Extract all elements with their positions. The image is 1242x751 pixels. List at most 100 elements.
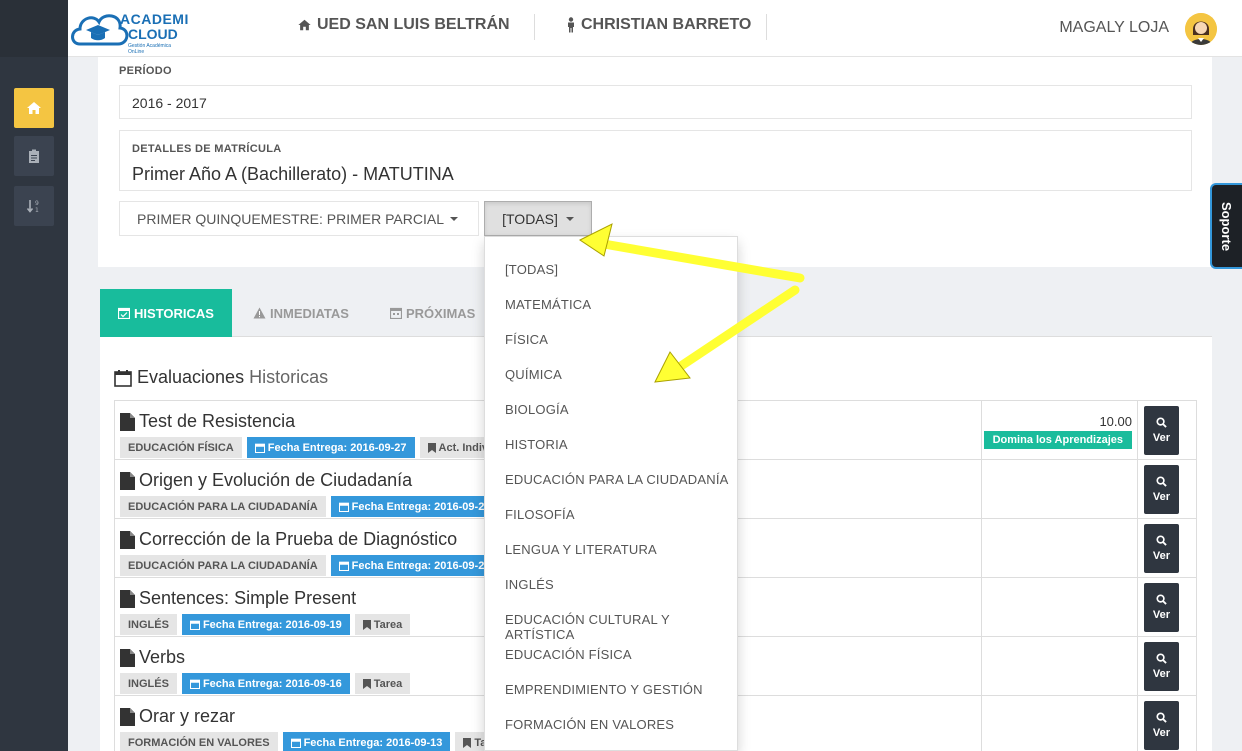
- subject-tag: EDUCACIÓN PARA LA CIUDADANÍA: [120, 496, 326, 517]
- subject-tag: INGLÉS: [120, 614, 177, 635]
- header-divider: [534, 14, 535, 40]
- ver-button[interactable]: Ver: [1144, 583, 1179, 632]
- student-link[interactable]: CHRISTIAN BARRETO: [566, 16, 751, 34]
- school-link[interactable]: UED SAN LUIS BELTRÁN: [297, 16, 510, 34]
- tab-label: HISTORICAS: [134, 305, 214, 321]
- score-cell: [981, 460, 1138, 518]
- user-avatar-icon: [1185, 13, 1217, 45]
- logo[interactable]: ACADEMI CLOUD Gestión Académica OnLine: [68, 4, 189, 55]
- dropdown-option[interactable]: FÍSICA: [505, 332, 548, 347]
- search-icon: [1156, 535, 1167, 546]
- sidebar-item-home[interactable]: [14, 88, 54, 128]
- dropdown-option[interactable]: HISTORIA: [505, 437, 568, 452]
- row-tags: INGLÉS Fecha Entrega: 2016-09-16 Tarea: [120, 673, 411, 694]
- evaluation-title[interactable]: Origen y Evolución de Ciudadanía: [120, 470, 412, 491]
- logo-text: ACADEMI: [120, 11, 189, 27]
- dropdown-option[interactable]: FORMACIÓN EN VALORES: [505, 717, 674, 732]
- score-cell: [981, 696, 1138, 751]
- dropdown-option[interactable]: [TODAS]: [505, 262, 558, 277]
- tab-historicas[interactable]: HISTORICAS: [100, 289, 232, 337]
- evaluation-title[interactable]: Sentences: Simple Present: [120, 588, 356, 609]
- materia-dropdown-menu: [TODAS] MATEMÁTICA FÍSICA QUÍMICA BIOLOGÍA HI…: [484, 236, 738, 751]
- dropdown-option[interactable]: EDUCACIÓN PARA LA CIUDADANÍA: [505, 472, 729, 487]
- dropdown-option[interactable]: BIOLOGÍA: [505, 402, 569, 417]
- ver-button[interactable]: Ver: [1144, 524, 1179, 573]
- date-tag-label: Fecha Entrega: 2016-09-23: [351, 559, 491, 572]
- header-divider: [766, 14, 767, 40]
- status-badge: Domina los Aprendizajes: [983, 431, 1132, 449]
- evaluation-title[interactable]: Corrección de la Prueba de Diagnóstico: [120, 529, 457, 550]
- dropdown-option[interactable]: EMPRENDIMIENTO Y GESTIÓN: [505, 682, 703, 697]
- soporte-tab[interactable]: Soporte: [1210, 183, 1242, 269]
- ver-button[interactable]: Ver: [1144, 642, 1179, 691]
- evaluation-title-text: Test de Resistencia: [139, 411, 296, 431]
- dropdown-option[interactable]: MATEMÁTICA: [505, 297, 591, 312]
- logo-tagline: Gestión Académica OnLine: [128, 43, 172, 55]
- row-tags: FORMACIÓN EN VALORES Fecha Entrega: 2016…: [120, 732, 495, 751]
- matricula-field: DETALLES DE MATRÍCULA Primer Año A (Bach…: [119, 130, 1192, 191]
- evaluation-title[interactable]: Verbs: [120, 647, 185, 668]
- dropdown-option[interactable]: EDUCACIÓN FÍSICA: [505, 647, 632, 662]
- type-tag-label: Tarea: [373, 618, 403, 631]
- subject-tag: INGLÉS: [120, 673, 177, 694]
- user-name[interactable]: MAGALY LOJA: [1059, 19, 1169, 37]
- evaluation-title-text: Corrección de la Prueba de Diagnóstico: [139, 529, 458, 549]
- calendar-icon: [338, 561, 349, 571]
- search-icon: [1156, 712, 1167, 723]
- soporte-label: Soporte: [1219, 201, 1235, 251]
- bookmark-icon: [427, 442, 436, 453]
- sidebar: 91: [0, 0, 68, 751]
- logo-text: CLOUD: [128, 26, 178, 42]
- materia-dropdown[interactable]: [TODAS]: [484, 201, 592, 236]
- tab-proximas[interactable]: PRÓXIMAS: [390, 289, 475, 337]
- panel-title: Evaluaciones Historicas: [114, 367, 328, 388]
- type-tag-label: Act. Indiv: [438, 441, 489, 454]
- calendar-icon: [254, 443, 265, 453]
- dropdown-option[interactable]: INGLÉS: [505, 577, 554, 592]
- date-tag-label: Fecha Entrega: 2016-09-23: [351, 500, 491, 513]
- file-icon: [120, 648, 135, 667]
- evaluation-title-text: Verbs: [139, 647, 186, 667]
- evaluation-title[interactable]: Orar y rezar: [120, 706, 235, 727]
- avatar[interactable]: [1185, 13, 1217, 45]
- row-tags: EDUCACIÓN FÍSICA Fecha Entrega: 2016-09-…: [120, 437, 497, 458]
- date-tag: Fecha Entrega: 2016-09-16: [181, 673, 350, 694]
- subject-tag: EDUCACIÓN FÍSICA: [120, 437, 242, 458]
- sidebar-item-tasks[interactable]: [14, 136, 54, 176]
- student-name: CHRISTIAN BARRETO: [581, 16, 752, 33]
- dropdown-option[interactable]: LENGUA Y LITERATURA: [505, 542, 657, 557]
- sidebar-item-grades[interactable]: 91: [14, 186, 54, 226]
- clipboard-icon: [29, 149, 39, 163]
- tab-inmediatas[interactable]: INMEDIATAS: [253, 289, 349, 337]
- dropdown-option[interactable]: FILOSOFÍA: [505, 507, 575, 522]
- date-tag-label: Fecha Entrega: 2016-09-19: [202, 618, 342, 631]
- dropdown-option[interactable]: EDUCACIÓN CULTURAL Y ARTÍSTICA: [505, 612, 737, 642]
- parcial-dropdown[interactable]: PRIMER QUINQUEMESTRE: PRIMER PARCIAL: [119, 201, 479, 236]
- warning-icon: [253, 307, 266, 319]
- calendar-icon: [189, 620, 200, 630]
- ver-button[interactable]: Ver: [1144, 701, 1179, 750]
- row-tags: INGLÉS Fecha Entrega: 2016-09-19 Tarea: [120, 614, 411, 635]
- svg-text:1: 1: [35, 207, 39, 214]
- bookmark-icon: [362, 678, 371, 689]
- row-tags: EDUCACIÓN PARA LA CIUDADANÍA Fecha Entre…: [120, 555, 499, 576]
- top-header: ACADEMI CLOUD Gestión Académica OnLine U…: [68, 0, 1242, 57]
- periodo-field: 2016 - 2017: [119, 85, 1192, 119]
- date-tag-label: Fecha Entrega: 2016-09-16: [202, 677, 342, 690]
- evaluation-title[interactable]: Test de Resistencia: [120, 411, 295, 432]
- evaluation-title-text: Orar y rezar: [139, 706, 236, 726]
- subject-tag: EDUCACIÓN PARA LA CIUDADANÍA: [120, 555, 326, 576]
- type-tag: Tarea: [354, 673, 411, 694]
- date-tag: Fecha Entrega: 2016-09-13: [282, 732, 451, 751]
- matricula-value: Primer Año A (Bachillerato) - MATUTINA: [132, 164, 454, 184]
- type-tag: Tarea: [354, 614, 411, 635]
- ver-button[interactable]: Ver: [1144, 406, 1179, 455]
- bookmark-icon: [362, 619, 371, 630]
- ver-button[interactable]: Ver: [1144, 465, 1179, 514]
- ver-button-label: Ver: [1152, 491, 1171, 503]
- dropdown-option[interactable]: QUÍMICA: [505, 367, 562, 382]
- search-icon: [1156, 476, 1167, 487]
- date-tag-label: Fecha Entrega: 2016-09-13: [303, 736, 443, 749]
- sort-numeric-icon: 91: [26, 200, 39, 214]
- date-tag-label: Fecha Entrega: 2016-09-27: [267, 441, 407, 454]
